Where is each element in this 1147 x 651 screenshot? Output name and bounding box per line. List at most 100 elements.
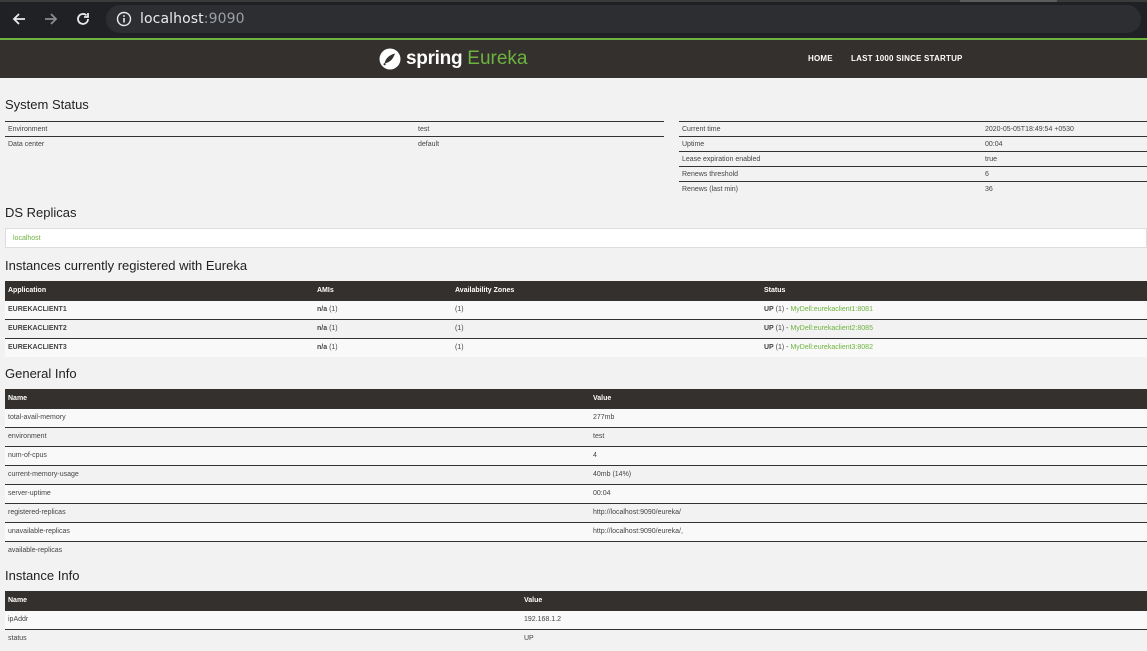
- column-header-name: Name: [5, 591, 521, 610]
- table-row: Data center default: [5, 136, 664, 152]
- zones-cell: (1): [452, 318, 761, 338]
- ami-value: n/a: [317, 344, 328, 352]
- table-row: EUREKACLIENT3 n/a (1) (1) UP (1) - MyDel…: [5, 337, 1147, 357]
- info-value: http://localhost:9090/eureka/,: [590, 521, 1147, 541]
- instance-info-table: Name Value ipAddr 192.168.1.2 status UP: [5, 591, 1147, 648]
- instances-heading: Instances currently registered with Eure…: [5, 258, 248, 273]
- status-value: 00:04: [982, 136, 1147, 152]
- column-header-value: Value: [521, 591, 1147, 610]
- ami-value: n/a: [317, 325, 328, 332]
- column-header-application: Application: [5, 281, 314, 300]
- application-name: EUREKACLIENT2: [5, 318, 314, 338]
- table-row: Current time 2020-05-05T18:49:54 +0530: [679, 121, 1147, 137]
- status-cell: UP (1) - MyDell:eurekaclient2:8085: [761, 318, 1147, 338]
- table-row: server-uptime 00:04: [5, 483, 1147, 503]
- info-name: total-avail-memory: [5, 407, 590, 427]
- info-name: ipAddr: [5, 609, 521, 629]
- table-row: ipAddr 192.168.1.2: [5, 609, 1147, 629]
- status-key: Renews threshold: [679, 166, 982, 182]
- status-value: test: [415, 121, 664, 137]
- url-host: localhost: [140, 11, 204, 27]
- status-value: 2020-05-05T18:49:54 +0530: [982, 121, 1147, 137]
- nav-home-link[interactable]: HOME: [808, 54, 833, 63]
- ds-replica-item[interactable]: localhost: [5, 228, 1147, 248]
- status-up: UP: [764, 344, 774, 352]
- column-header-status: Status: [761, 281, 1147, 300]
- info-value: http://localhost:9090/eureka/: [590, 502, 1147, 522]
- status-key: Lease expiration enabled: [679, 151, 982, 167]
- status-key: Data center: [5, 136, 415, 152]
- column-header-value: Value: [590, 389, 1147, 408]
- table-row: EUREKACLIENT1 n/a (1) (1) UP (1) - MyDel…: [5, 299, 1147, 319]
- info-value: [590, 540, 1147, 560]
- spring-leaf-icon: [379, 48, 401, 70]
- info-name: server-uptime: [5, 483, 590, 503]
- zones-cell: (1): [452, 337, 761, 357]
- instances-table: Application AMIs Availability Zones Stat…: [5, 281, 1147, 357]
- ami-cell: n/a (1): [314, 299, 452, 319]
- info-icon[interactable]: [116, 11, 132, 27]
- status-value: 6: [982, 166, 1147, 182]
- table-row: environment test: [5, 426, 1147, 446]
- url-port: :9090: [203, 11, 245, 27]
- forward-button[interactable]: [40, 8, 62, 30]
- url-text[interactable]: localhost:9090: [140, 11, 245, 27]
- status-count: (1) -: [773, 344, 791, 352]
- info-value: 192.168.1.2: [521, 609, 1147, 629]
- table-row: total-avail-memory 277mb: [5, 407, 1147, 427]
- info-name: environment: [5, 426, 590, 446]
- general-info-heading: General Info: [5, 366, 77, 381]
- status-up: UP: [764, 306, 774, 313]
- general-info-table: Name Value total-avail-memory 277mb envir…: [5, 389, 1147, 560]
- table-header-row: Name Value: [5, 591, 1147, 610]
- info-name: current-memory-usage: [5, 464, 590, 484]
- application-name: EUREKACLIENT1: [5, 299, 314, 319]
- info-name: available-replicas: [5, 540, 590, 560]
- info-name: unavailable-replicas: [5, 521, 590, 541]
- table-row: available-replicas: [5, 540, 1147, 560]
- info-value: 00:04: [590, 483, 1147, 503]
- system-status-heading: System Status: [5, 97, 89, 112]
- ami-count: (1): [327, 344, 338, 352]
- table-row: num-of-cpus 4: [5, 445, 1147, 465]
- info-name: registered-replicas: [5, 502, 590, 522]
- table-row: Environment test: [5, 121, 664, 137]
- info-name: num-of-cpus: [5, 445, 590, 465]
- system-status-right-table: Current time 2020-05-05T18:49:54 +0530 U…: [679, 121, 1147, 197]
- status-value: true: [982, 151, 1147, 167]
- instance-info-heading: Instance Info: [5, 568, 80, 583]
- table-row: unavailable-replicas http://localhost:909…: [5, 521, 1147, 541]
- ami-count: (1): [327, 306, 338, 313]
- address-bar[interactable]: localhost:9090: [106, 5, 1141, 33]
- instance-link[interactable]: MyDell:eurekaclient2:8085: [790, 325, 873, 332]
- info-value: UP: [521, 628, 1147, 648]
- brand-eureka-text: Eureka: [467, 48, 528, 69]
- status-count: (1) -: [773, 325, 791, 332]
- status-value: default: [415, 136, 664, 152]
- eureka-navbar: spring Eureka HOME LAST 1000 SINCE START…: [0, 40, 1147, 78]
- instance-link[interactable]: MyDell:eurekaclient3:8082: [790, 344, 873, 351]
- ds-replicas-heading: DS Replicas: [5, 205, 77, 220]
- status-count: (1) -: [773, 306, 791, 313]
- reload-button[interactable]: [72, 8, 94, 30]
- info-value: 4: [590, 445, 1147, 465]
- instance-link[interactable]: MyDell:eurekaclient1:8081: [790, 306, 873, 313]
- info-value: 277mb: [590, 407, 1147, 427]
- arrow-left-icon: [12, 13, 25, 25]
- table-header-row: Application AMIs Availability Zones Stat…: [5, 281, 1147, 300]
- ds-replica-link[interactable]: localhost: [13, 235, 41, 242]
- column-header-name: Name: [5, 389, 590, 408]
- info-value: test: [590, 426, 1147, 446]
- ami-count: (1): [327, 325, 338, 332]
- back-button[interactable]: [8, 8, 30, 30]
- status-key: Uptime: [679, 136, 982, 152]
- nav-last1000-link[interactable]: LAST 1000 SINCE STARTUP: [851, 54, 963, 63]
- table-row: EUREKACLIENT2 n/a (1) (1) UP (1) - MyDel…: [5, 318, 1147, 338]
- brand-logo[interactable]: spring Eureka: [378, 45, 527, 73]
- brand-spring-text: spring: [406, 48, 463, 69]
- info-name: status: [5, 628, 521, 648]
- table-row: Renews (last min) 36: [679, 181, 1147, 197]
- table-row: Uptime 00:04: [679, 136, 1147, 152]
- zones-cell: (1): [452, 299, 761, 319]
- status-cell: UP (1) - MyDell:eurekaclient3:8082: [761, 337, 1147, 357]
